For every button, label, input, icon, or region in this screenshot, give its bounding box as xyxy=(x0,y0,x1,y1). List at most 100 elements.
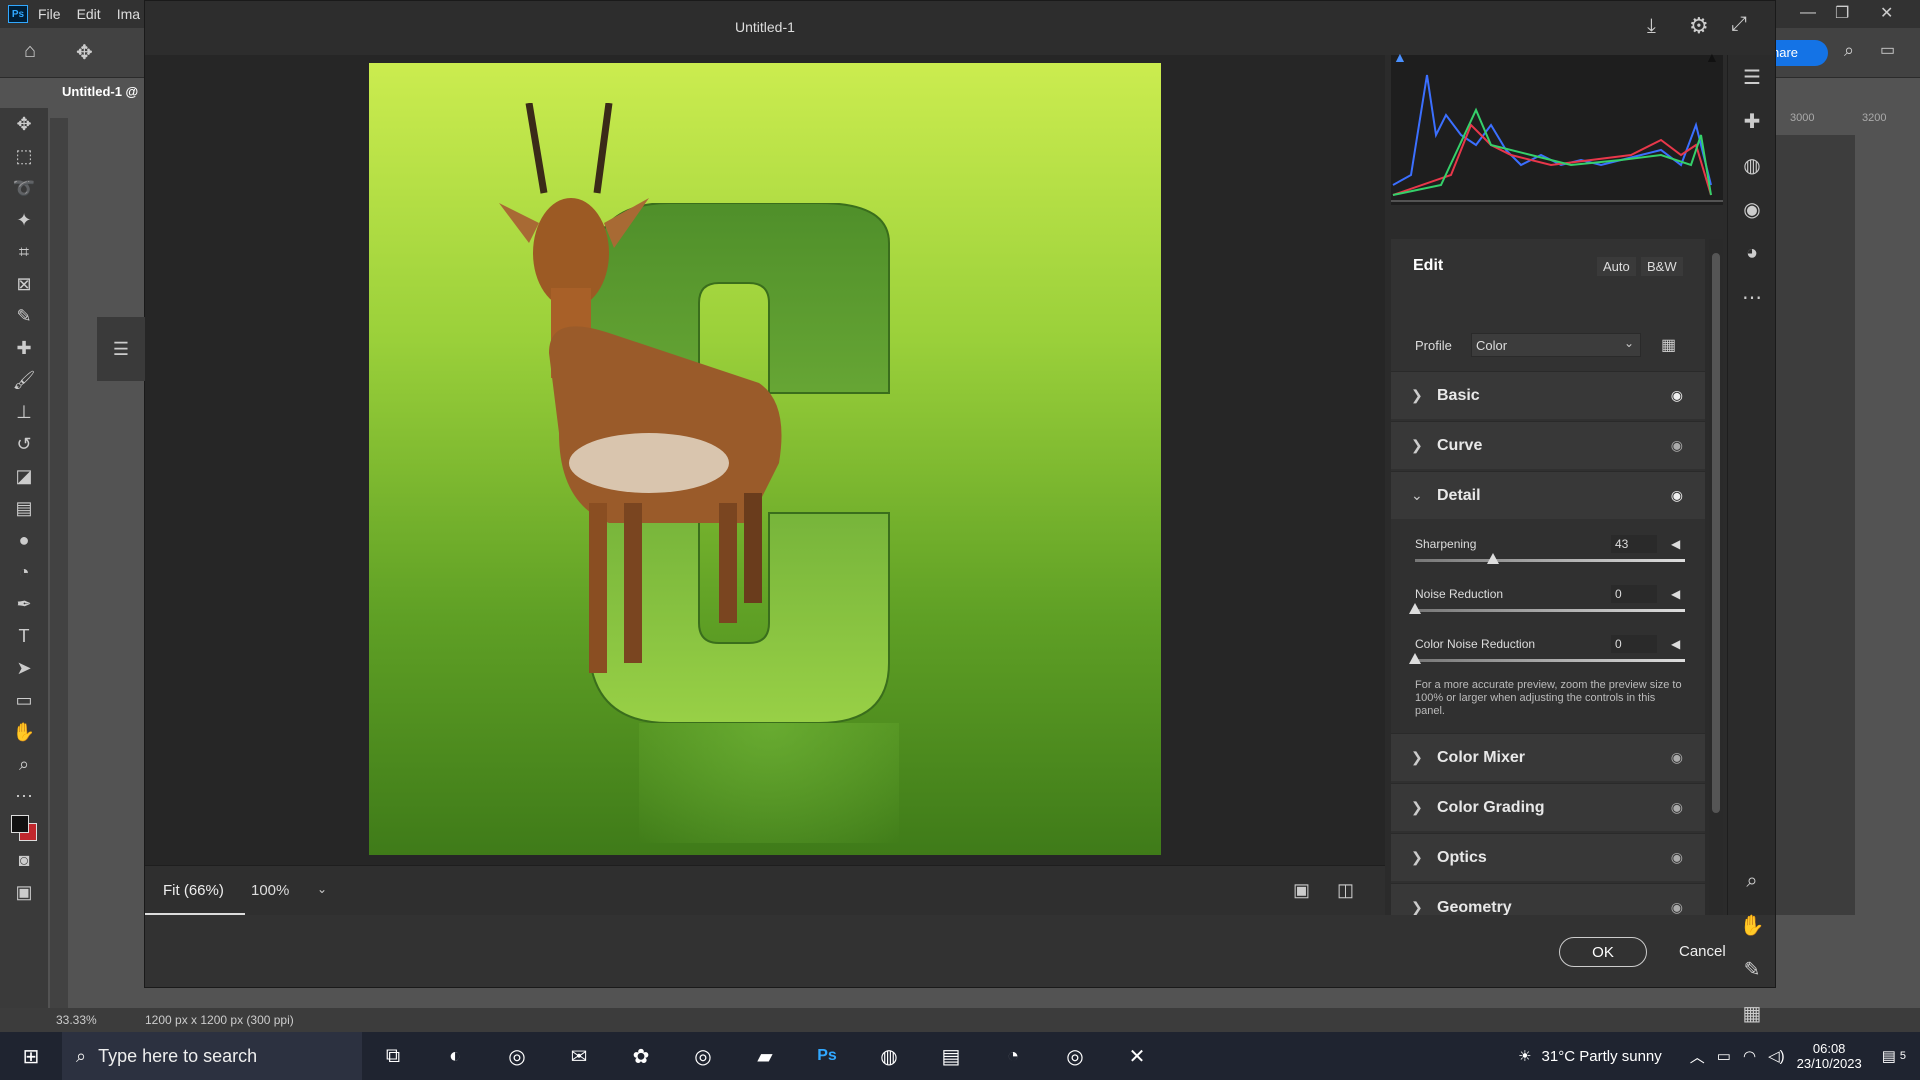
brush-tool-icon[interactable]: 🖌 xyxy=(0,364,48,396)
before-after-icon[interactable]: ◫ xyxy=(1337,880,1354,901)
blur-tool-icon[interactable]: ● xyxy=(0,524,48,556)
file-explorer-icon[interactable]: ▰ xyxy=(734,1032,796,1080)
scroll-thumb[interactable] xyxy=(1712,253,1720,813)
magic-wand-icon[interactable]: ✦ xyxy=(0,204,48,236)
menu-edit[interactable]: Edit xyxy=(77,6,101,22)
section-geometry[interactable]: ❯ Geometry ◉ xyxy=(1391,883,1705,915)
history-brush-icon[interactable]: ↺ xyxy=(0,428,48,460)
quick-mask-icon[interactable]: ◙ xyxy=(0,844,48,876)
lasso-tool-icon[interactable]: ➰ xyxy=(0,172,48,204)
slider-track[interactable] xyxy=(1415,559,1685,562)
section-curve[interactable]: ❯ Curve ◉ xyxy=(1391,421,1705,469)
section-color-grading[interactable]: ❯ Color Grading ◉ xyxy=(1391,783,1705,831)
slider-knob[interactable] xyxy=(1487,553,1500,564)
marquee-tool-icon[interactable]: ⬚ xyxy=(0,140,48,172)
reset-arrow-icon[interactable]: ◀ xyxy=(1671,587,1680,601)
chrome-icon[interactable]: ◎ xyxy=(1044,1032,1106,1080)
pen-tool-icon[interactable]: ✒ xyxy=(0,588,48,620)
home-icon[interactable]: ⌂ xyxy=(24,40,36,63)
obs-icon[interactable]: ◐ xyxy=(424,1032,486,1080)
minimize-icon[interactable]: — xyxy=(1800,4,1816,22)
move-tool-icon[interactable]: ✥ xyxy=(0,108,48,140)
zoom-tool-icon[interactable]: ⌕ xyxy=(0,748,48,780)
slider-knob[interactable] xyxy=(1409,603,1421,614)
volume-icon[interactable]: ◁) xyxy=(1768,1047,1785,1065)
profile-select[interactable]: Color ⌄ xyxy=(1471,333,1641,357)
weather-text[interactable]: 31°C Partly sunny xyxy=(1542,1048,1662,1065)
color-swatches-icon[interactable] xyxy=(0,812,48,844)
highlight-clip-icon[interactable]: ▲ xyxy=(1705,49,1719,65)
fullscreen-icon[interactable]: ⤢ xyxy=(1731,13,1747,36)
eye-icon[interactable]: ◉ xyxy=(1671,387,1683,404)
menu-image[interactable]: Ima xyxy=(117,6,140,22)
color-sampler-icon[interactable]: ✎ xyxy=(1728,947,1776,991)
close-window-icon[interactable]: ✕ xyxy=(1880,3,1893,23)
edge-icon[interactable]: ◔ xyxy=(982,1032,1044,1080)
type-tool-icon[interactable]: T xyxy=(0,620,48,652)
screen-mode-icon[interactable]: ▣ xyxy=(0,876,48,908)
notifications-icon[interactable]: ▤ xyxy=(1882,1047,1896,1065)
eye-icon[interactable]: ◉ xyxy=(1671,487,1683,504)
search-icon[interactable]: ⌕ xyxy=(1844,40,1854,61)
more-icon[interactable]: ⋯ xyxy=(1728,275,1776,319)
chevron-up-icon[interactable]: ︿ xyxy=(1690,1046,1705,1067)
section-detail[interactable]: ⌄ Detail ◉ xyxy=(1391,471,1705,519)
eye-icon[interactable]: ◉ xyxy=(1671,749,1683,766)
workspace-icon[interactable]: ▭ xyxy=(1880,40,1895,60)
color-noise-reduction-slider[interactable]: Color Noise Reduction 0 ◀ xyxy=(1409,635,1685,685)
rectangle-tool-icon[interactable]: ▭ xyxy=(0,684,48,716)
slider-track[interactable] xyxy=(1415,659,1685,662)
document-tab[interactable]: Untitled-1 @ xyxy=(50,78,146,106)
eye-icon[interactable]: ◉ xyxy=(1671,437,1683,454)
stamp-tool-icon[interactable]: ⊥ xyxy=(0,396,48,428)
bw-button[interactable]: B&W xyxy=(1641,257,1683,276)
frame-tool-icon[interactable]: ⊠ xyxy=(0,268,48,300)
photoshop-icon[interactable]: Ps xyxy=(796,1032,858,1080)
masking-icon[interactable]: ◍ xyxy=(1728,143,1776,187)
eye-icon[interactable]: ◉ xyxy=(1671,799,1683,816)
store-icon[interactable]: ▤ xyxy=(920,1032,982,1080)
zoom-100-button[interactable]: 100% xyxy=(251,866,321,916)
gear-icon[interactable]: ⚙ xyxy=(1689,13,1709,39)
presets-icon[interactable]: ◕ xyxy=(1728,231,1776,275)
hand-icon[interactable]: ✋ xyxy=(1728,903,1776,947)
noise-reduction-slider[interactable]: Noise Reduction 0 ◀ xyxy=(1409,585,1685,635)
chevron-down-icon[interactable]: ⌄ xyxy=(317,882,327,896)
dodge-tool-icon[interactable]: ◔ xyxy=(0,556,48,588)
taskbar-search[interactable]: ⌕ Type here to search xyxy=(62,1032,362,1080)
section-color-mixer[interactable]: ❯ Color Mixer ◉ xyxy=(1391,733,1705,781)
reset-arrow-icon[interactable]: ◀ xyxy=(1671,637,1680,651)
move-tool-icon[interactable]: ✥ xyxy=(76,40,93,65)
shadow-clip-icon[interactable]: ▲ xyxy=(1393,49,1407,65)
gradient-tool-icon[interactable]: ▤ xyxy=(0,492,48,524)
cancel-button[interactable]: Cancel xyxy=(1679,943,1726,960)
section-basic[interactable]: ❯ Basic ◉ xyxy=(1391,371,1705,419)
mail-icon[interactable]: ✉ xyxy=(548,1032,610,1080)
healing-icon[interactable]: ✚ xyxy=(1728,99,1776,143)
red-eye-icon[interactable]: ◉ xyxy=(1728,187,1776,231)
grid-icon[interactable]: ▦ xyxy=(1728,991,1776,1035)
profile-browser-icon[interactable]: ▦ xyxy=(1661,335,1676,355)
eye-icon[interactable]: ◉ xyxy=(1671,899,1683,915)
single-view-icon[interactable]: ▣ xyxy=(1293,880,1310,901)
task-view-icon[interactable]: ⧉ xyxy=(362,1032,424,1080)
network-icon[interactable]: ◠ xyxy=(1743,1047,1756,1065)
chrome-icon[interactable]: ◎ xyxy=(486,1032,548,1080)
path-select-icon[interactable]: ➤ xyxy=(0,652,48,684)
hand-tool-icon[interactable]: ✋ xyxy=(0,716,48,748)
more-tools-icon[interactable]: ⋯ xyxy=(0,780,48,812)
color-noise-reduction-value[interactable]: 0 xyxy=(1611,635,1657,653)
eye-icon[interactable]: ◉ xyxy=(1671,849,1683,866)
windows-start-icon[interactable]: ⊞ xyxy=(0,1032,62,1080)
menu-file[interactable]: File xyxy=(38,6,61,22)
auto-button[interactable]: Auto xyxy=(1597,257,1636,276)
restore-icon[interactable]: ❐ xyxy=(1835,3,1849,23)
adjust-panel-icon[interactable]: ☰ xyxy=(97,317,145,381)
app-icon[interactable]: ◍ xyxy=(858,1032,920,1080)
edit-sliders-icon[interactable]: ☰ xyxy=(1728,55,1776,99)
reset-arrow-icon[interactable]: ◀ xyxy=(1671,537,1680,551)
zoom-icon[interactable]: ⌕ xyxy=(1728,859,1776,903)
ok-button[interactable]: OK xyxy=(1559,937,1647,967)
battery-icon[interactable]: ▭ xyxy=(1717,1047,1731,1065)
section-optics[interactable]: ❯ Optics ◉ xyxy=(1391,833,1705,881)
